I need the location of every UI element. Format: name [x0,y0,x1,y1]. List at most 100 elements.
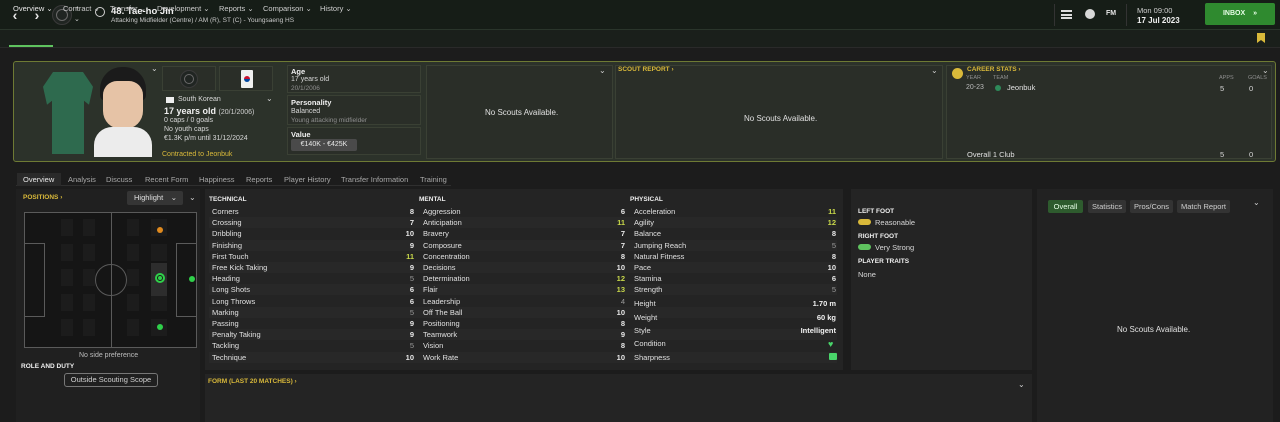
technical-attribute-name[interactable]: Finishing [212,241,242,250]
menu-reports-label: Reports [219,4,246,13]
tab-pros-cons[interactable]: Pros/Cons [1130,200,1173,213]
chevron-down-icon[interactable]: ⌄ [1253,198,1260,207]
physical-attribute-name[interactable]: Balance [634,229,661,238]
subtab-transfer-information[interactable]: Transfer Information [341,175,408,184]
mental-attribute-name[interactable]: Vision [423,341,443,350]
technical-attribute-name[interactable]: Penalty Taking [212,330,261,339]
physical-attribute-name[interactable]: Stamina [634,274,662,283]
chevron-down-icon[interactable]: ⌄ [599,66,606,75]
physical-attribute-value: 10 [827,263,836,272]
physical-extra-name: Sharpness [634,353,670,362]
technical-attribute-name[interactable]: Heading [212,274,240,283]
technical-attribute-name[interactable]: Marking [212,308,239,317]
subtab-analysis[interactable]: Analysis [68,175,96,184]
chevron-down-icon[interactable]: ⌄ [189,193,196,202]
menu-history[interactable]: History ⌄ [320,4,352,13]
subtab-reports[interactable]: Reports [246,175,272,184]
highlight-select[interactable]: Highlight ⌄ [127,191,183,205]
technical-attribute-name[interactable]: Crossing [212,218,242,227]
subtab-player-history[interactable]: Player History [284,175,331,184]
inbox-button[interactable]: INBOX » [1205,3,1275,25]
positions-link[interactable]: POSITIONS › [23,194,62,201]
fm-icon[interactable]: FM [1106,10,1116,17]
menu-development[interactable]: Development ⌄ [157,4,210,13]
subtab-training[interactable]: Training [420,175,447,184]
position-marker-aml[interactable] [157,324,163,330]
technical-attribute-name[interactable]: Free Kick Taking [212,263,267,272]
chevron-down-icon[interactable]: ⌄ [1262,66,1269,75]
menu-transfer[interactable]: Transfer ⌄ [110,4,146,13]
position-marker-st[interactable] [189,276,195,282]
player-subtitle: Attacking Midfielder (Centre) / AM (R), … [111,17,295,24]
tab-match-report[interactable]: Match Report [1177,200,1230,213]
date-day: Mon 09:00 [1137,6,1173,15]
technical-attribute-name[interactable]: Long Shots [212,285,250,294]
technical-attribute-name[interactable]: Dribbling [212,229,242,238]
mental-attribute-name[interactable]: Decisions [423,263,456,272]
subtab-happiness[interactable]: Happiness [199,175,234,184]
club-badge-box[interactable] [162,66,216,91]
chevron-down-icon[interactable]: ⌄ [931,66,938,75]
tab-overall[interactable]: Overall [1048,200,1083,213]
menu-row [0,30,1280,48]
menu-reports[interactable]: Reports ⌄ [219,4,254,13]
career-team[interactable]: Jeonbuk [1007,83,1035,92]
physical-attribute-name[interactable]: Strength [634,285,662,294]
scout-report-link[interactable]: SCOUT REPORT › [618,66,674,73]
left-foot-icon [858,219,871,225]
menu-contract[interactable]: Contract ⌄ [63,4,100,13]
mental-attribute-name[interactable]: Bravery [423,229,449,238]
tab-statistics[interactable]: Statistics [1088,200,1126,213]
career-stats-link[interactable]: CAREER STATS › [967,66,1021,73]
technical-attribute-name[interactable]: Technique [212,353,246,362]
physical-attribute-name[interactable]: Pace [634,263,651,272]
menu-overview[interactable]: Overview ⌄ [13,4,53,13]
nation-flag-box[interactable] [219,66,273,91]
positions-label: POSITIONS [23,194,59,201]
mental-attribute-value: 9 [620,330,625,340]
subtab-overview[interactable]: Overview [23,175,54,184]
subtab-discuss[interactable]: Discuss [106,175,132,184]
chevron-down-icon[interactable]: ⌄ [266,94,273,103]
mental-attribute-name[interactable]: Flair [423,285,438,294]
mental-attribute-name[interactable]: Determination [423,274,470,283]
technical-attribute-name[interactable]: Corners [212,207,239,216]
mental-attribute-name[interactable]: Composure [423,241,462,250]
physical-attribute-name[interactable]: Jumping Reach [634,241,686,250]
mental-attribute-name[interactable]: Anticipation [423,218,462,227]
position-marker-amr[interactable] [157,227,163,233]
subtab-recent-form[interactable]: Recent Form [145,175,188,184]
korea-flag-small-icon [166,97,174,103]
chevron-down-icon[interactable]: ⌄ [151,64,158,73]
mental-attribute-name[interactable]: Positioning [423,319,460,328]
mental-attribute-name[interactable]: Leadership [423,297,460,306]
contracted-link[interactable]: Contracted to Jeonbuk [162,151,232,158]
outside-scouting-scope-button[interactable]: Outside Scouting Scope [64,373,158,387]
mental-attribute-name[interactable]: Work Rate [423,353,458,362]
left-foot-value: Reasonable [875,218,916,227]
mental-attribute-name[interactable]: Off The Ball [423,308,462,317]
chevron-down-icon[interactable]: ⌄ [1018,380,1025,389]
youth-caps: No youth caps [164,126,209,133]
physical-attribute-value: 11 [828,207,836,216]
technical-attribute-name[interactable]: First Touch [212,252,249,261]
physical-attribute-name[interactable]: Natural Fitness [634,252,684,261]
mental-attribute-value: 10 [616,352,625,362]
row-stripe [209,329,837,341]
mental-attribute-name[interactable]: Aggression [423,207,461,216]
physical-extra-name: Condition [634,339,666,348]
technical-attribute-name[interactable]: Passing [212,319,239,328]
physical-attribute-name[interactable]: Agility [634,218,654,227]
technical-attribute-name[interactable]: Tackling [212,341,239,350]
physical-attribute-name[interactable]: Acceleration [634,207,675,216]
ball-icon[interactable] [1085,9,1095,19]
form-link[interactable]: FORM (LAST 20 MATCHES) › [208,378,297,385]
position-marker-amc[interactable] [155,273,165,283]
mental-attribute-name[interactable]: Concentration [423,252,470,261]
menu-comparison[interactable]: Comparison ⌄ [263,4,312,13]
mental-attribute-name[interactable]: Teamwork [423,330,457,339]
highlight-value: Highlight [134,193,164,202]
technical-attribute-name[interactable]: Long Throws [212,297,255,306]
menu-icon[interactable] [1061,10,1072,19]
age-label: Age [291,67,306,76]
